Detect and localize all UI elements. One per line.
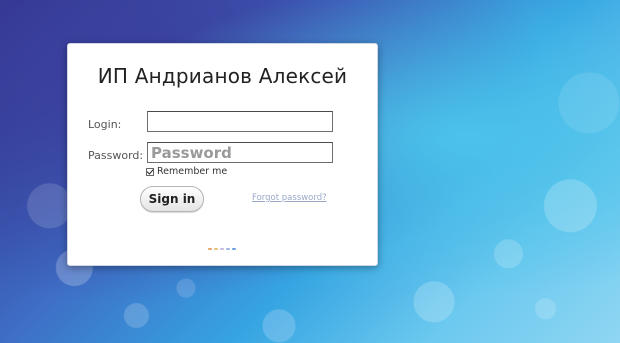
login-panel: ИП Андрианов Алексей Login: Password: Re… (67, 43, 378, 266)
loading-dot (220, 248, 224, 250)
password-label: Password: (88, 149, 144, 162)
loading-dot (214, 248, 218, 250)
forgot-password-link[interactable]: Forgot password? (252, 193, 327, 203)
page-title: ИП Андрианов Алексей (97, 64, 348, 88)
loading-dot (226, 248, 230, 250)
loading-indicator (208, 248, 236, 250)
sign-in-button[interactable]: Sign in (140, 186, 204, 212)
password-input[interactable] (147, 142, 333, 163)
remember-me-checkbox[interactable] (146, 167, 154, 176)
remember-me-checkbox-row[interactable]: Remember me (146, 166, 227, 177)
login-input[interactable] (147, 111, 333, 132)
loading-dot (208, 248, 212, 250)
loading-dot (232, 248, 236, 250)
remember-me-label: Remember me (157, 166, 228, 177)
login-label: Login: (88, 118, 122, 131)
